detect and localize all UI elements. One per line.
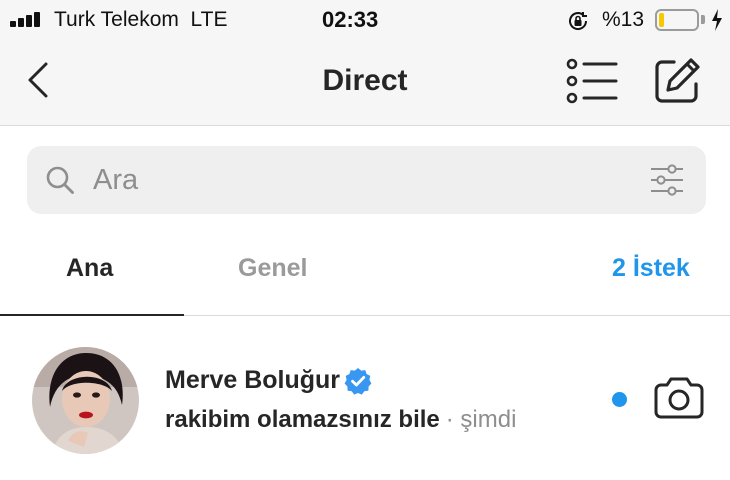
search-bar (27, 146, 706, 214)
active-tab-indicator (0, 314, 184, 316)
tab-main[interactable]: Ana (66, 254, 113, 283)
list-icon[interactable] (564, 58, 618, 104)
signal-bars-icon (10, 11, 46, 27)
verified-badge-icon (344, 367, 372, 395)
orientation-lock-icon (569, 12, 588, 30)
battery-cap (701, 15, 705, 24)
nav-bar: Direct (0, 40, 730, 126)
status-time: 02:33 (322, 7, 379, 32)
battery-level (659, 13, 664, 27)
compose-icon[interactable] (652, 56, 702, 106)
filter-icon[interactable] (649, 162, 685, 198)
network-type: LTE (190, 8, 228, 31)
charging-bolt-icon (712, 9, 722, 31)
battery-percent: %13 (602, 8, 645, 31)
status-bar: Turk Telekom LTE 02:33 %13 (0, 0, 730, 40)
message-preview: rakibim olamazsınız bile (165, 406, 440, 433)
page-title: Direct (322, 64, 408, 97)
avatar[interactable] (32, 347, 139, 454)
battery-icon (655, 9, 699, 31)
carrier-label: Turk Telekom LTE (54, 8, 228, 31)
message-time: · şimdi (445, 406, 517, 433)
camera-icon[interactable] (654, 375, 704, 419)
tab-general[interactable]: Genel (238, 254, 307, 283)
unread-indicator (612, 392, 627, 407)
search-input[interactable] (93, 158, 633, 202)
search-icon (46, 166, 74, 194)
conversation-name-line: Merve Boluğur (165, 366, 372, 396)
tab-requests[interactable]: 2 İstek (612, 254, 690, 283)
conversation-row[interactable]: Merve Boluğur rakibim olamazsınız bile · … (0, 330, 730, 460)
message-preview-line: rakibim olamazsınız bile · şimdi (165, 406, 516, 434)
contact-name: Merve Boluğur (165, 366, 341, 394)
inbox-tabs: Ana Genel 2 İstek (0, 230, 730, 316)
